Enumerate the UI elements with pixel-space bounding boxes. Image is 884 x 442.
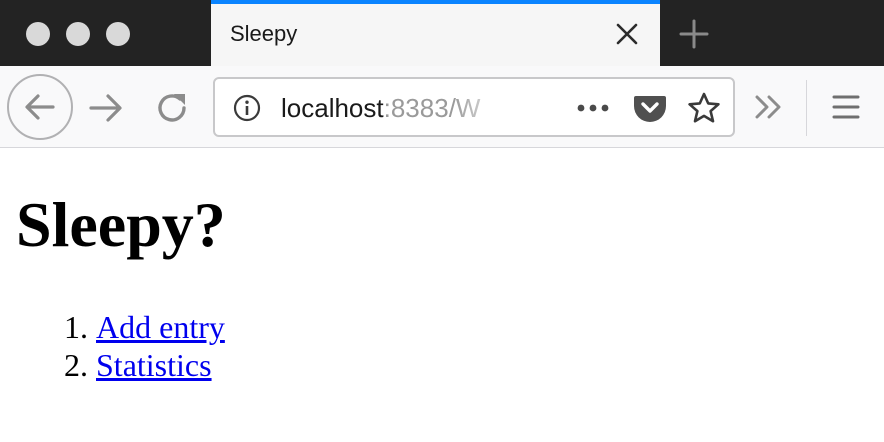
forward-button[interactable] <box>88 90 124 126</box>
star-icon[interactable] <box>687 91 721 125</box>
address-bar[interactable]: localhost:8383/W <box>213 77 735 137</box>
title-bar: Sleepy <box>0 0 884 66</box>
maximize-window-button[interactable] <box>106 22 130 46</box>
url-rest: :8383/W <box>383 93 481 123</box>
pocket-icon[interactable] <box>633 92 667 124</box>
back-button[interactable] <box>7 74 73 140</box>
arrow-left-icon <box>25 94 55 120</box>
list-item: Add entry <box>96 308 868 346</box>
plus-icon[interactable] <box>678 18 710 50</box>
reload-button[interactable] <box>154 90 190 126</box>
minimize-window-button[interactable] <box>66 22 90 46</box>
statistics-link[interactable]: Statistics <box>96 347 212 383</box>
close-icon[interactable] <box>614 21 640 47</box>
arrow-right-icon <box>89 94 122 122</box>
navigation-toolbar: localhost:8383/W <box>0 66 884 148</box>
info-icon[interactable] <box>233 94 261 122</box>
page-content: Sleepy? Add entry Statistics <box>0 148 884 384</box>
url-host: localhost <box>281 93 384 123</box>
add-entry-link[interactable]: Add entry <box>96 309 225 345</box>
reload-icon <box>158 94 186 122</box>
hamburger-icon[interactable] <box>830 90 862 124</box>
double-chevron-right-icon[interactable] <box>752 90 786 124</box>
link-list: Add entry Statistics <box>16 308 868 384</box>
list-item: Statistics <box>96 346 868 384</box>
close-window-button[interactable] <box>26 22 50 46</box>
more-horizontal-icon[interactable] <box>575 95 611 121</box>
toolbar-divider <box>806 80 807 136</box>
page-title: Sleepy? <box>16 189 226 260</box>
url-text[interactable]: localhost:8383/W <box>281 93 511 123</box>
tab-title: Sleepy <box>230 21 298 46</box>
tab-active[interactable]: Sleepy <box>211 0 660 66</box>
